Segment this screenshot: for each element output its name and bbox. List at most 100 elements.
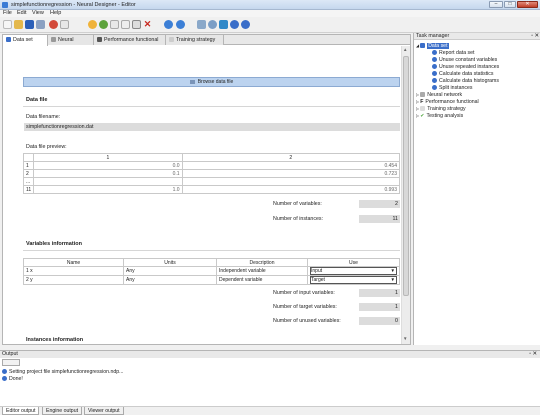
neural-network-icon [51,37,56,42]
output-toolbar-buttons[interactable] [2,359,20,366]
tree-item-testing-analysis[interactable]: ▷ ✔ Testing analysis [416,113,463,119]
zoom-out-icon[interactable] [241,20,250,29]
task-icon [432,64,437,69]
editor-panel: Data set Neural network Performance func… [2,34,411,345]
data-set-icon [420,43,426,48]
divider [23,106,400,107]
tab-neural-network[interactable]: Neural network [48,35,94,53]
table-row: 1 x Any Independent variable Input ▼ [23,266,400,276]
table-cell[interactable]: Dependent variable [216,275,308,285]
globe-icon[interactable] [208,20,217,29]
table-cell[interactable]: Independent variable [216,266,308,276]
data-set-content: Browse data file Data file Data filename… [3,46,401,344]
cut-icon[interactable] [110,20,119,29]
menu-edit[interactable]: Edit [17,10,26,16]
table-header-row: 1 2 [22,153,401,162]
delete-icon[interactable]: ✕ [143,20,152,29]
tab-performance-functional[interactable]: Performance functional [94,35,166,45]
menu-file[interactable]: File [3,10,12,16]
save-as-icon[interactable] [36,20,45,29]
close-button[interactable]: ✕ [517,1,538,8]
scroll-thumb[interactable] [403,56,409,296]
data-filename-field[interactable]: simplefunctionregression.dat [24,123,400,131]
table-header: 2 [181,153,401,162]
table-cell: 0.723 [181,169,401,178]
tree-item-unuse-repeated[interactable]: Unuse repeated instances [432,64,499,70]
menu-view[interactable]: View [32,10,44,16]
copy-icon[interactable] [121,20,130,29]
tree-item-unuse-constant[interactable]: Unuse constant variables [432,57,497,63]
task-icon [432,85,437,90]
zoom-in-icon[interactable] [230,20,239,29]
tree-item-neural-network[interactable]: ▷ Neural network [416,92,462,98]
table-header: Units [123,258,217,267]
tab-data-set[interactable]: Data set [3,35,48,46]
tree-item-performance[interactable]: ▷ F Performance functional [416,99,479,105]
back-arrow-icon[interactable] [164,20,173,29]
tree-item-calc-histograms[interactable]: Calculate data histograms [432,78,499,84]
redo-icon[interactable] [99,20,108,29]
menu-help[interactable]: Help [50,10,61,16]
use-select[interactable]: Input ▼ [307,266,400,276]
tree-item-data-set[interactable]: ◢ Data set [416,43,449,49]
scroll-up-icon[interactable]: ▲ [403,47,407,52]
forward-arrow-icon[interactable] [176,20,185,29]
neural-network-icon [420,92,426,97]
output-line: Done! [2,376,23,382]
folder-icon [189,80,195,84]
num-instances-value: 11 [359,215,400,223]
maximize-button[interactable]: □ [504,1,516,8]
tree-item-training-strategy[interactable]: ▷ Training strategy [416,106,466,112]
panel-float-close-icon[interactable]: ▫ ✕ [529,351,537,358]
tab-viewer-output[interactable]: Viewer output [84,407,124,415]
table-header: Use [307,258,400,267]
task-icon [432,57,437,62]
home-icon[interactable] [197,20,206,29]
table-cell[interactable]: 1 x [23,266,124,276]
data-preview-label: Data file preview: [26,144,67,150]
paste-icon[interactable] [132,20,141,29]
table-header [22,153,35,162]
table-cell: 1 [22,161,35,170]
scroll-down-icon[interactable]: ▼ [403,336,407,341]
input-vars-label: Number of input variables: [273,290,335,296]
export-icon[interactable] [219,20,228,29]
data-filename-label: Data filename: [26,114,61,120]
output-line: Setting project file simplefunctionregre… [2,369,123,375]
task-manager-panel: Task manager ▫ ✕ ◢ Data set Report data … [413,33,540,345]
save-project-icon[interactable] [25,20,34,29]
open-project-icon[interactable] [14,20,23,29]
tab-engine-output[interactable]: Engine output [42,407,83,415]
table-row: 2 0.1 0.723 [22,169,401,178]
table-header: 1 [33,153,183,162]
table-row: 11 1.0 0.993 [22,185,401,194]
table-cell: 0.993 [181,185,401,194]
table-cell[interactable]: Any [123,266,217,276]
window-title: simplefunctionregression - Neural Design… [11,2,136,8]
table-cell[interactable]: Any [123,275,217,285]
table-row: ... [22,177,401,186]
target-vars-value: 1 [359,303,400,311]
use-select[interactable]: Target ▼ [307,275,400,285]
tree-item-report-data-set[interactable]: Report data set [432,50,474,56]
editor-tabs: Data set Neural network Performance func… [3,35,410,53]
vertical-scrollbar[interactable]: ▲ ▼ [401,46,410,344]
undo-icon[interactable] [88,20,97,29]
table-cell: 0.1 [33,169,183,178]
new-project-icon[interactable] [3,20,12,29]
table-row: 1 0.0 0.454 [22,161,401,170]
panel-float-close-icon[interactable]: ▫ ✕ [531,33,539,40]
num-variables-label: Number of variables: [273,201,322,207]
browse-data-file-button[interactable]: Browse data file [23,77,400,87]
settings-icon[interactable] [49,20,58,29]
tree-item-calc-statistics[interactable]: Calculate data statistics [432,71,494,77]
input-vars-value: 1 [359,289,400,297]
minimize-button[interactable]: – [489,1,503,8]
table-cell[interactable]: 2 y [23,275,124,285]
edit-icon[interactable] [60,20,69,29]
table-header-row: Name Units Description Use [23,258,400,267]
tree-item-split-instances[interactable]: Split instances [432,85,472,91]
training-icon [169,37,174,42]
tab-editor-output[interactable]: Editor output [2,407,40,415]
tab-training-strategy[interactable]: Training strategy [166,35,224,45]
